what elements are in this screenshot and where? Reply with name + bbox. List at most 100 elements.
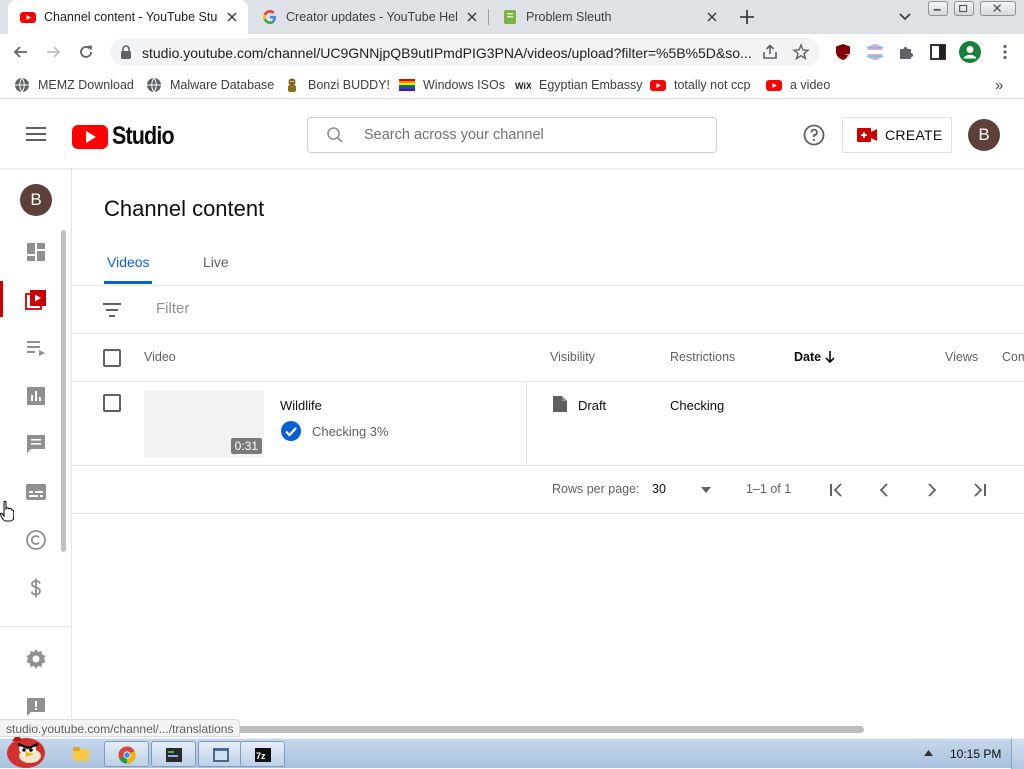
taskbar-chrome[interactable] <box>104 741 149 767</box>
bookmark-memz[interactable]: MEMZ Download <box>14 76 134 94</box>
tab-videos[interactable]: Videos <box>107 254 150 270</box>
nav-scrollbar[interactable] <box>61 230 66 552</box>
close-icon[interactable] <box>704 9 720 25</box>
dropdown-arrow-icon[interactable] <box>700 486 712 494</box>
visibility-value[interactable]: Draft <box>578 398 606 413</box>
globe-icon <box>147 77 161 93</box>
bookmark-totally-not-ccp[interactable]: totally not ccp <box>650 76 750 94</box>
lock-icon[interactable] <box>120 45 132 59</box>
channel-avatar[interactable]: B <box>20 184 52 216</box>
show-desktop-button[interactable] <box>1011 739 1024 769</box>
settings-icon <box>26 649 46 669</box>
channel-content-page: Channel content Videos Live Video Visibi… <box>72 168 1024 738</box>
rows-per-page-label: Rows per page: <box>552 482 640 496</box>
active-tab-indicator <box>104 281 152 284</box>
column-views[interactable]: Views <box>945 350 978 364</box>
taskbar-7zip[interactable]: 7z <box>240 741 285 767</box>
select-all-checkbox[interactable] <box>103 349 121 367</box>
draft-document-icon <box>553 396 567 412</box>
kebab-menu-icon[interactable] <box>996 43 1014 61</box>
first-page-icon[interactable] <box>828 482 844 498</box>
restore-button[interactable] <box>954 1 974 16</box>
divider <box>72 465 1024 466</box>
explorer-icon[interactable] <box>72 745 90 763</box>
close-icon[interactable] <box>464 9 480 25</box>
bookmark-bonzi-buddy[interactable]: Bonzi BUDDY! <box>284 76 390 94</box>
video-thumbnail[interactable]: 0:31 <box>144 390 264 458</box>
page-title: Channel content <box>104 196 265 221</box>
chrome-icon <box>118 746 136 764</box>
hand-cursor-icon <box>0 500 14 522</box>
row-checkbox[interactable] <box>103 394 121 412</box>
copyright-icon <box>26 530 46 550</box>
bookmark-star-icon[interactable] <box>792 43 810 61</box>
close-window-button[interactable] <box>980 1 1016 16</box>
divider <box>72 333 1024 334</box>
reload-icon[interactable] <box>77 43 95 61</box>
taskbar-app-3[interactable] <box>198 741 243 767</box>
url-text[interactable]: studio.youtube.com/channel/UC9GNNjpQB9ut… <box>142 45 754 61</box>
tab-problem-sleuth[interactable]: Problem Sleuth <box>490 0 728 34</box>
share-icon[interactable] <box>761 43 779 61</box>
column-date[interactable]: Date <box>794 350 821 364</box>
filter-input[interactable] <box>156 300 556 317</box>
next-page-icon[interactable] <box>924 482 940 498</box>
profile-icon[interactable] <box>959 41 981 63</box>
taskbar-app-2[interactable] <box>151 741 196 767</box>
studio-header: Studio CREATE B <box>0 100 1024 168</box>
nav-monetization[interactable] <box>0 563 72 611</box>
svg-text:7: 7 <box>845 53 850 61</box>
tab-title: Channel content - YouTube Studio <box>44 10 218 24</box>
bookmark-malware-database[interactable]: Malware Database <box>146 76 274 94</box>
tab-creator-updates[interactable]: Creator updates - YouTube Help <box>250 0 488 34</box>
puzzle-icon[interactable] <box>897 43 915 61</box>
pride-extension-icon[interactable] <box>866 43 884 61</box>
rows-per-page-select[interactable]: 30 <box>652 482 666 496</box>
column-comments[interactable]: Com <box>1002 350 1024 364</box>
create-video-icon <box>857 128 877 142</box>
close-icon[interactable] <box>224 9 240 25</box>
side-panel-icon[interactable] <box>929 43 947 61</box>
forward-icon[interactable] <box>44 43 62 61</box>
hamburger-menu-icon[interactable] <box>26 126 46 142</box>
svg-text:WiX: WiX <box>515 81 531 91</box>
create-label: CREATE <box>885 127 943 143</box>
bookmark-windows-isos[interactable]: Windows ISOs <box>399 76 505 94</box>
studio-logo[interactable]: Studio <box>72 122 184 151</box>
sort-down-icon[interactable] <box>824 350 836 364</box>
previous-page-icon[interactable] <box>876 482 892 498</box>
column-video: Video <box>144 350 176 364</box>
create-button[interactable]: CREATE <box>842 117 952 153</box>
tab-channel-content[interactable]: Channel content - YouTube Studio <box>8 0 248 34</box>
wix-icon: WiX <box>515 81 531 91</box>
chevron-down-icon[interactable] <box>898 10 912 24</box>
taskbar-clock[interactable]: 10:15 PM <box>950 747 1001 761</box>
nav-settings[interactable] <box>0 634 72 682</box>
bookmark-label: Bonzi BUDDY! <box>308 78 390 92</box>
rainbow-flag-icon <box>399 79 415 91</box>
minimize-button[interactable] <box>928 1 948 16</box>
divider <box>72 285 1024 286</box>
account-avatar[interactable]: B <box>968 119 1000 151</box>
back-icon[interactable] <box>12 43 30 61</box>
ublock-icon[interactable]: 7 <box>834 43 852 61</box>
last-page-icon[interactable] <box>972 482 988 498</box>
filter-icon[interactable] <box>103 303 121 317</box>
bookmark-a-video[interactable]: a video <box>766 76 830 94</box>
search-input[interactable] <box>364 127 694 143</box>
address-bar[interactable]: studio.youtube.com/channel/UC9GNNjpQB9ut… <box>110 38 820 66</box>
video-title[interactable]: Wildlife <box>280 398 322 413</box>
bookmark-label: Egyptian Embassy <box>539 78 643 92</box>
tab-title: Problem Sleuth <box>526 10 612 24</box>
bookmark-egyptian-embassy[interactable]: WiX Egyptian Embassy <box>515 76 643 94</box>
divider <box>72 513 1024 514</box>
bookmarks-overflow-button[interactable]: » <box>995 76 1003 94</box>
feedback-icon <box>27 698 45 716</box>
tab-live[interactable]: Live <box>203 254 229 270</box>
tray-expand-icon[interactable] <box>924 750 933 756</box>
channel-search[interactable] <box>307 117 717 153</box>
help-icon[interactable] <box>803 124 825 146</box>
check-circle-icon <box>281 421 301 441</box>
new-tab-icon[interactable] <box>738 8 756 26</box>
restrictions-value: Checking <box>670 398 725 413</box>
